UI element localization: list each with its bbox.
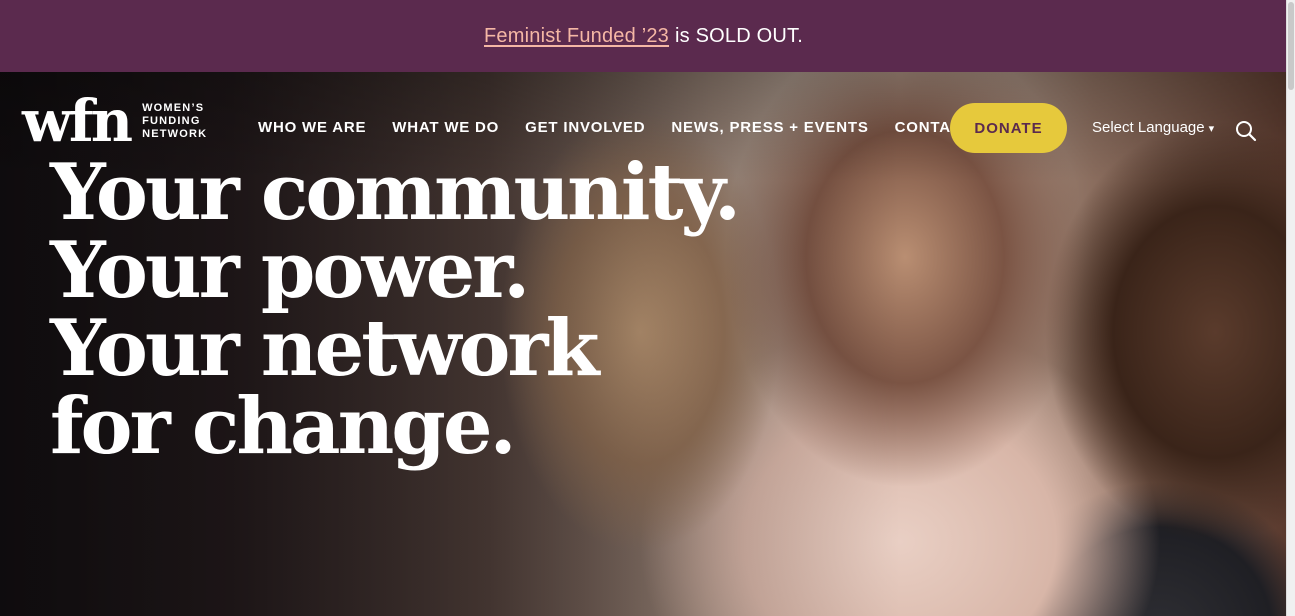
feminist-funded-link[interactable]: Feminist Funded ’23 — [484, 25, 669, 48]
hero-line-3: Your network — [50, 303, 600, 394]
hero-line-4: for change. — [50, 381, 517, 472]
language-select[interactable]: Select Language ▾ — [1092, 119, 1214, 136]
scrollbar[interactable] — [1286, 0, 1295, 616]
banner-text: is SOLD OUT. — [675, 24, 803, 47]
nav-item-news-press-events[interactable]: NEWS, PRESS + EVENTS — [671, 119, 868, 136]
nav-item-what-we-do[interactable]: WHAT WE DO — [392, 119, 499, 136]
scrollbar-thumb[interactable] — [1288, 2, 1294, 90]
hero-line-1: Your community. — [50, 147, 741, 238]
chevron-down-icon: ▾ — [1208, 123, 1215, 135]
nav-item-get-involved[interactable]: GET INVOLVED — [525, 119, 645, 136]
logo-mark: wfn — [22, 87, 133, 155]
logo-line-3: NETWORK — [142, 127, 208, 140]
main-nav: WHO WE ARE WHAT WE DO GET INVOLVED NEWS,… — [258, 119, 972, 136]
logo-line-1: WOMEN’S — [142, 101, 205, 114]
donate-button[interactable]: DONATE — [950, 103, 1067, 153]
hero-line-2: Your power. — [50, 225, 530, 316]
language-select-label: Select Language — [1092, 119, 1205, 136]
search-icon[interactable] — [1234, 119, 1258, 143]
logo-line-2: FUNDING — [142, 114, 201, 127]
nav-item-who-we-are[interactable]: WHO WE ARE — [258, 119, 366, 136]
hero-headline: Your community. Your power. Your network… — [50, 147, 741, 472]
wfn-logo[interactable]: wfn WOMEN’S FUNDING NETWORK — [22, 92, 207, 150]
announcement-banner: Feminist Funded ’23 is SOLD OUT. — [0, 0, 1287, 72]
logo-wordmark: WOMEN’S FUNDING NETWORK — [142, 102, 207, 141]
